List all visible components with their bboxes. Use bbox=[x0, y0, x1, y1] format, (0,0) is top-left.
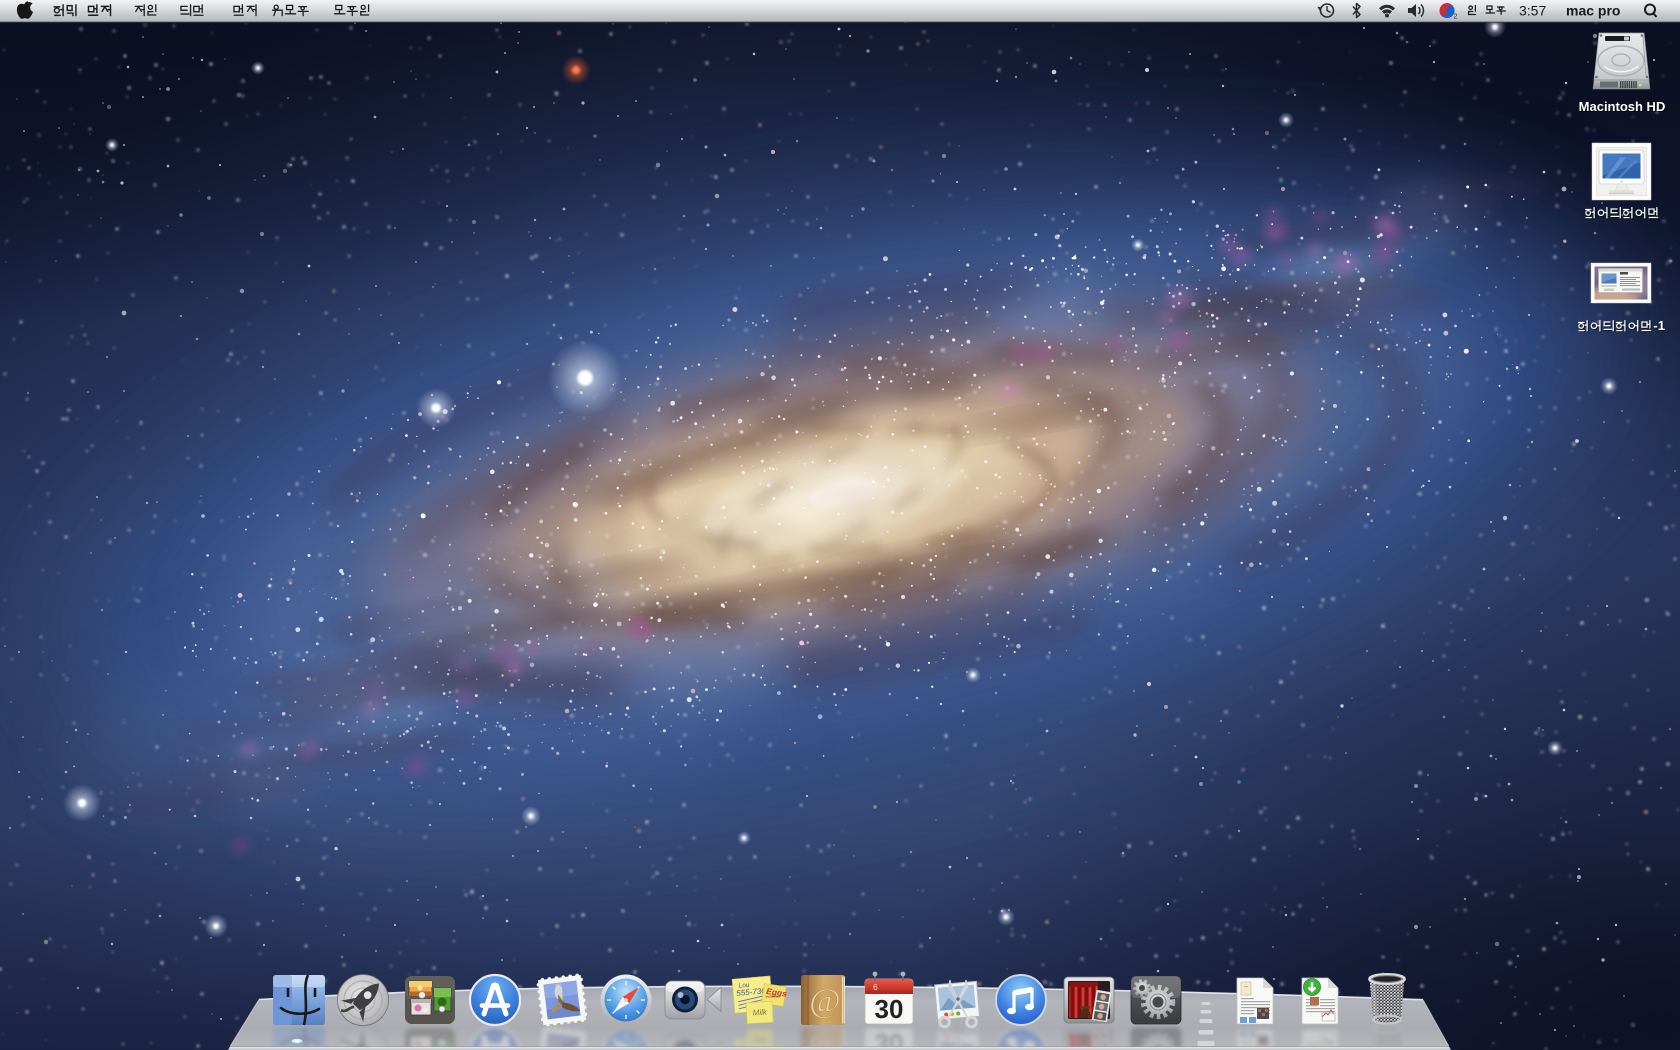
svg-text:-1: -1 bbox=[1653, 318, 1665, 333]
svg-text:2: 2 bbox=[1454, 14, 1458, 21]
svg-text:Macintosh HD: Macintosh HD bbox=[1579, 99, 1666, 114]
svg-text:mac pro: mac pro bbox=[1566, 3, 1620, 19]
svg-text:3:57: 3:57 bbox=[1519, 3, 1546, 19]
